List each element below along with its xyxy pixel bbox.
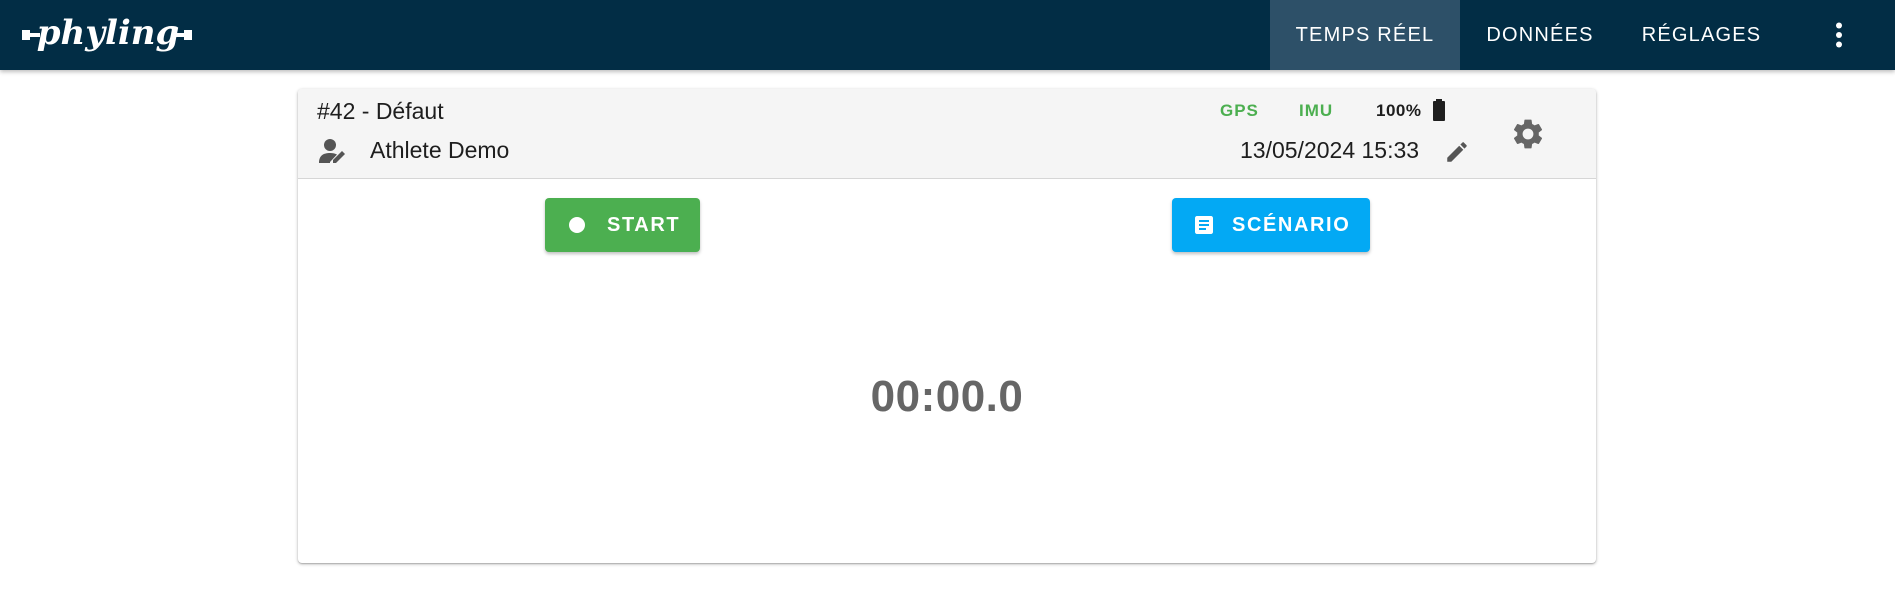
imu-status: IMU — [1299, 101, 1334, 120]
battery-full-icon — [1433, 99, 1445, 121]
phyling-logo[interactable]: phyling — [22, 10, 192, 62]
app-bar: phyling TEMPS RÉEL DONNÉES RÉGLAGES — [0, 0, 1895, 70]
more-menu-button[interactable] — [1783, 0, 1895, 70]
gear-icon[interactable] — [1510, 116, 1546, 152]
record-dot-icon — [569, 217, 585, 233]
tab-temps-reel[interactable]: TEMPS RÉEL — [1270, 0, 1460, 70]
tab-label: DONNÉES — [1486, 23, 1594, 46]
session-card: #42 - Défaut Athlete Demo GPS IMU 100% 1… — [298, 89, 1596, 563]
pencil-icon[interactable] — [1444, 139, 1470, 165]
start-button-label: START — [607, 213, 681, 236]
gps-status: GPS — [1220, 101, 1259, 120]
document-icon — [1195, 216, 1213, 234]
start-button[interactable]: START — [545, 198, 700, 252]
person-edit-icon[interactable] — [318, 136, 348, 166]
more-vert-icon — [1836, 22, 1842, 48]
tab-donnees[interactable]: DONNÉES — [1460, 0, 1620, 70]
logo-text: phyling — [37, 13, 180, 53]
main-nav: TEMPS RÉEL DONNÉES RÉGLAGES — [1270, 0, 1895, 70]
scenario-button[interactable]: SCÉNARIO — [1172, 198, 1370, 252]
tab-label: TEMPS RÉEL — [1295, 23, 1435, 46]
session-title: #42 - Défaut — [317, 98, 444, 124]
tab-label: RÉGLAGES — [1641, 23, 1762, 46]
tab-reglages[interactable]: RÉGLAGES — [1620, 0, 1783, 70]
session-header: #42 - Défaut Athlete Demo GPS IMU 100% 1… — [298, 89, 1596, 179]
scenario-button-label: SCÉNARIO — [1232, 213, 1351, 236]
session-timer: 00:00.0 — [870, 372, 1024, 421]
athlete-name[interactable]: Athlete Demo — [370, 137, 509, 164]
session-datetime: 13/05/2024 15:33 — [1240, 137, 1420, 163]
battery-level: 100% — [1376, 101, 1422, 120]
